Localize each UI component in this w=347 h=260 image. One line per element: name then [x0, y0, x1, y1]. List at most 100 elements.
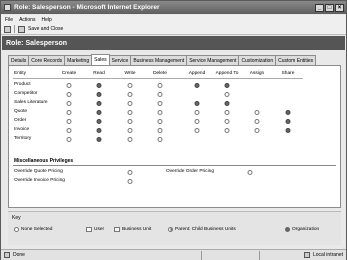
privilege-level-toggle[interactable] [66, 136, 72, 142]
privilege-level-toggle[interactable] [96, 91, 102, 97]
privilege-level-toggle[interactable] [194, 109, 200, 115]
key-business-unit-label: Business Unit [122, 227, 152, 232]
privilege-level-toggle[interactable] [157, 118, 163, 124]
column-header-create[interactable]: Create [62, 71, 76, 76]
entity-name: Territory [14, 136, 32, 141]
privilege-level-toggle[interactable] [66, 109, 72, 115]
privileges-panel: Entity Create Read Write Delete Append Append… [8, 65, 341, 208]
table-row: Sales Literature [9, 99, 340, 108]
privilege-level-toggle[interactable] [127, 100, 133, 106]
override-order-pricing-toggle[interactable] [247, 169, 253, 175]
privilege-level-toggle[interactable] [96, 136, 102, 142]
column-header-write[interactable]: Write [124, 71, 135, 76]
role-header: Role: Salesperson [2, 36, 345, 50]
tab-business-management[interactable]: Business Management [130, 55, 188, 65]
tab-custom-entities[interactable]: Custom Entities [275, 55, 317, 65]
column-header-append-to[interactable]: Append To [216, 71, 239, 76]
title-bar: Role: Salesperson - Microsoft Internet E… [1, 1, 346, 14]
save-close-icon[interactable] [18, 25, 25, 33]
privilege-level-toggle[interactable] [254, 127, 260, 133]
privilege-level-toggle[interactable] [127, 82, 133, 88]
tab-details[interactable]: Details [8, 55, 30, 65]
privilege-level-toggle[interactable] [194, 100, 200, 106]
privilege-level-toggle[interactable] [127, 109, 133, 115]
privilege-level-toggle[interactable] [254, 109, 260, 115]
privilege-level-toggle[interactable] [96, 82, 102, 88]
privilege-level-toggle[interactable] [224, 91, 230, 97]
privilege-level-toggle[interactable] [224, 82, 230, 88]
menu-file[interactable]: File [5, 17, 13, 23]
override-order-pricing-label: Override Order Pricing [166, 169, 214, 174]
maximize-button[interactable]: □ [325, 3, 334, 12]
privilege-level-toggle[interactable] [96, 109, 102, 115]
privilege-level-toggle[interactable] [157, 127, 163, 133]
menu-help[interactable]: Help [41, 17, 51, 23]
privilege-level-toggle[interactable] [224, 100, 230, 106]
override-quote-pricing-toggle[interactable] [127, 169, 133, 175]
privilege-level-toggle[interactable] [96, 118, 102, 124]
privilege-level-toggle[interactable] [157, 136, 163, 142]
user-level-icon [86, 227, 92, 232]
privilege-level-toggle[interactable] [66, 91, 72, 97]
close-button[interactable]: × [335, 3, 344, 12]
key-organization: Organization [285, 227, 319, 232]
entity-column-header: Entity [14, 71, 26, 76]
privilege-level-toggle[interactable] [66, 118, 72, 124]
key-user-label: User [94, 227, 105, 232]
privilege-level-toggle[interactable] [127, 127, 133, 133]
privilege-level-toggle[interactable] [254, 118, 260, 124]
privilege-level-toggle[interactable] [285, 118, 291, 124]
privilege-level-toggle[interactable] [127, 118, 133, 124]
column-header-append[interactable]: Append [189, 71, 206, 76]
business-unit-icon [114, 227, 120, 232]
privilege-level-toggle[interactable] [224, 118, 230, 124]
menu-actions[interactable]: Actions [19, 17, 35, 23]
privilege-level-toggle[interactable] [66, 127, 72, 133]
privilege-level-toggle[interactable] [157, 82, 163, 88]
override-invoice-pricing-toggle[interactable] [127, 178, 133, 184]
tab-core-records[interactable]: Core Records [28, 55, 66, 65]
minimize-button[interactable]: _ [315, 3, 324, 12]
privilege-level-toggle[interactable] [127, 91, 133, 97]
tab-sales[interactable]: Sales [91, 54, 110, 65]
privilege-level-toggle[interactable] [127, 136, 133, 142]
privilege-level-toggle[interactable] [285, 127, 291, 133]
save-close-button[interactable]: Save and Close [28, 26, 63, 32]
save-icon[interactable] [4, 25, 11, 33]
page-done-icon [4, 252, 10, 258]
column-header-read[interactable]: Read [93, 71, 104, 76]
entity-name: Product [14, 82, 31, 87]
privilege-level-toggle[interactable] [66, 100, 72, 106]
column-header-share[interactable]: Share [282, 71, 295, 76]
privilege-level-toggle[interactable] [96, 100, 102, 106]
tab-customization[interactable]: Customization [238, 55, 277, 65]
entity-name: Invoice [14, 127, 30, 132]
tab-service[interactable]: Service [108, 55, 132, 65]
privilege-level-toggle[interactable] [194, 82, 200, 88]
tab-marketing[interactable]: Marketing [64, 55, 93, 65]
key-title: Key [12, 215, 21, 221]
privilege-level-toggle[interactable] [224, 109, 230, 115]
privilege-level-toggle[interactable] [285, 109, 291, 115]
organization-icon [285, 227, 290, 232]
key-user: User [86, 227, 104, 232]
parent-child-bu-icon [168, 227, 173, 232]
key-organization-label: Organization [292, 227, 320, 232]
privilege-level-toggle[interactable] [96, 127, 102, 133]
status-bar: Done Local intranet [1, 249, 346, 260]
tab-strip: Details Core Records Marketing Sales Service… [8, 54, 317, 65]
table-row: Territory [9, 135, 340, 144]
column-header-delete[interactable]: Delete [153, 71, 167, 76]
privilege-level-toggle[interactable] [194, 127, 200, 133]
privilege-level-toggle[interactable] [224, 127, 230, 133]
privilege-level-toggle[interactable] [157, 100, 163, 106]
toolbar: Save and Close [1, 24, 346, 35]
intranet-zone-icon [303, 252, 310, 258]
privilege-level-toggle[interactable] [194, 118, 200, 124]
privilege-level-toggle[interactable] [157, 91, 163, 97]
tab-service-management[interactable]: Service Management [186, 55, 240, 65]
menu-bar: File Actions Help [1, 15, 346, 24]
column-header-assign[interactable]: Assign [250, 71, 264, 76]
privilege-level-toggle[interactable] [66, 82, 72, 88]
privilege-level-toggle[interactable] [157, 109, 163, 115]
